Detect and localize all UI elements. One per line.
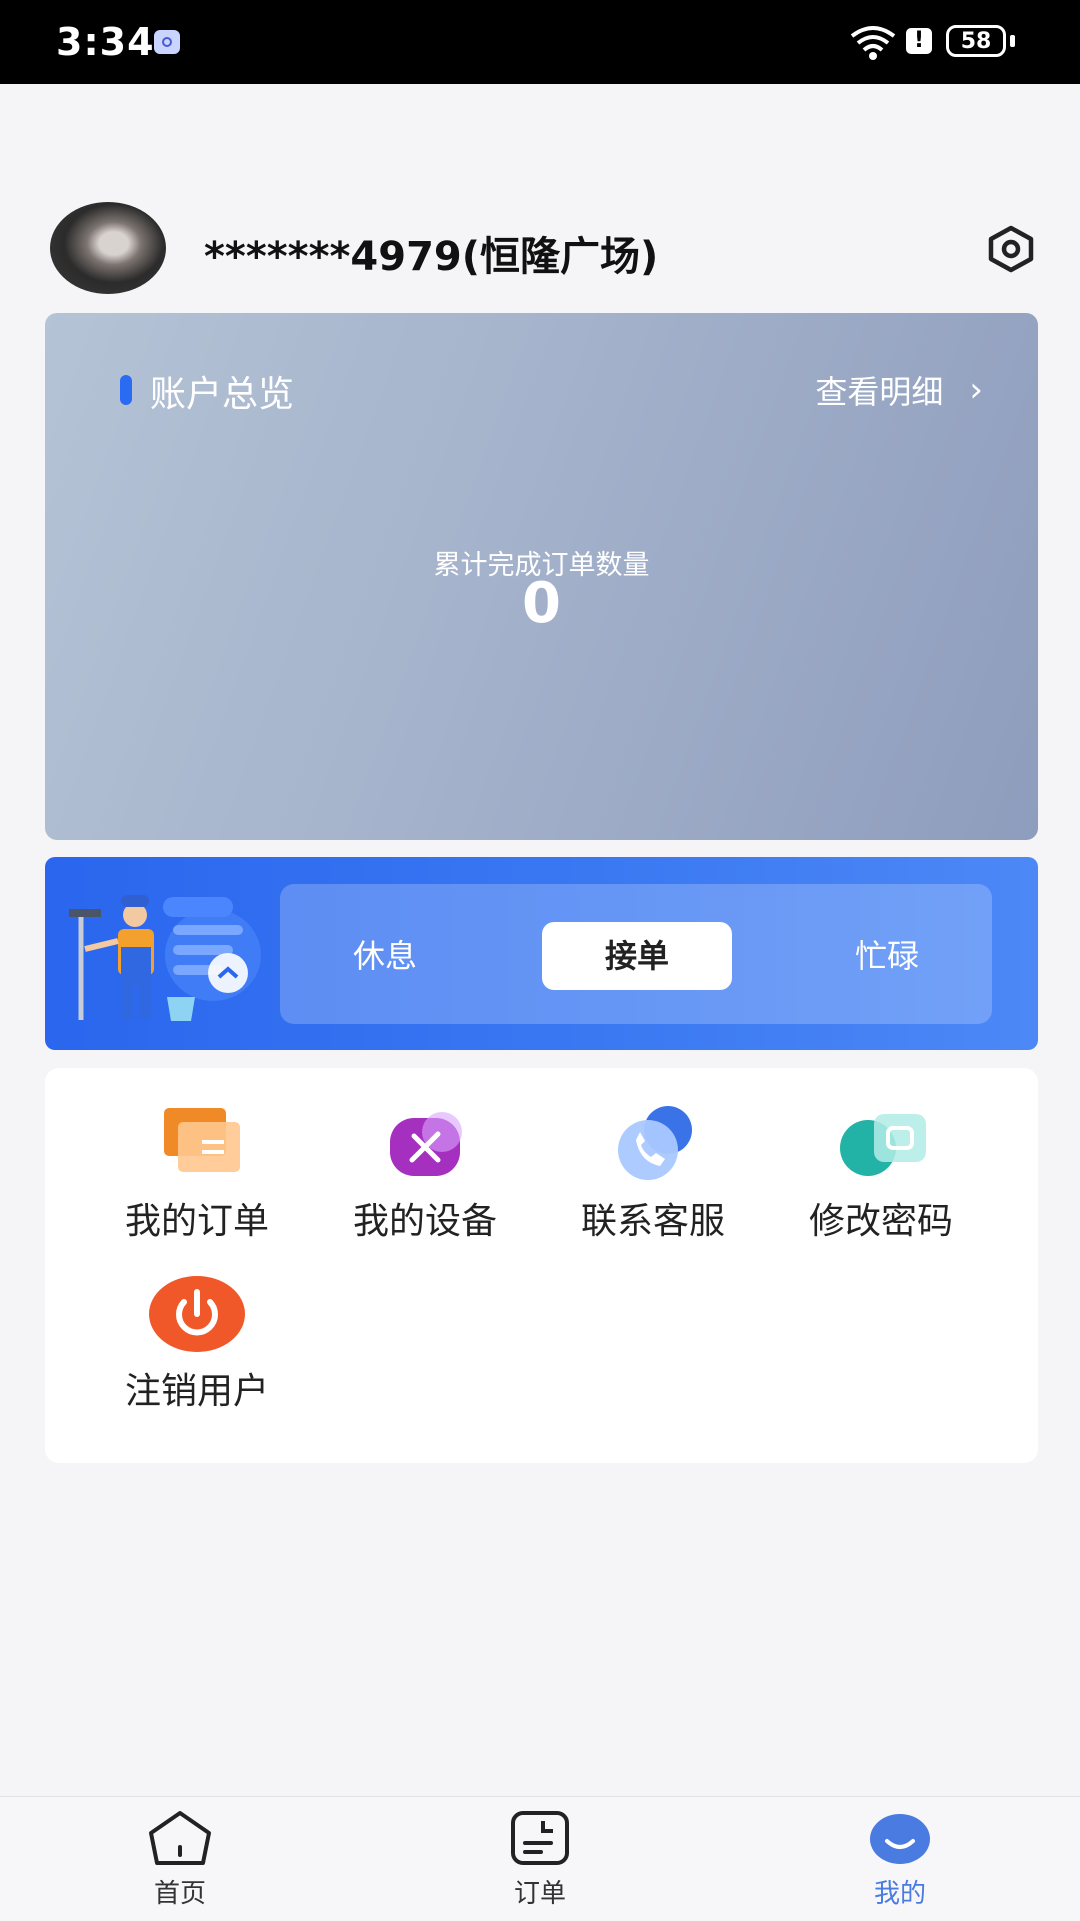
- avatar[interactable]: [50, 202, 166, 294]
- status-option-busy[interactable]: 忙碌: [792, 922, 982, 990]
- battery-tip: [1010, 35, 1015, 47]
- wifi-icon: [850, 26, 896, 60]
- overview-title: 账户总览: [150, 374, 295, 415]
- order-list-icon: [511, 1811, 569, 1865]
- status-option-accepting[interactable]: 接单: [542, 922, 732, 990]
- tab-orders-label: 订单: [513, 1879, 566, 1909]
- username: *******4979(恒隆广场): [204, 234, 659, 280]
- settings-icon[interactable]: [984, 224, 1038, 274]
- power-icon: [149, 1276, 245, 1352]
- status-segmented-control: 休息 接单 忙碌: [280, 884, 992, 1024]
- menu-label-contact-support: 联系客服: [580, 1201, 725, 1242]
- tab-home-label: 首页: [153, 1879, 206, 1909]
- account-overview-card: 账户总览 查看明细 › 累计完成订单数量 0: [45, 313, 1038, 840]
- menu-label-deregister: 注销用户: [124, 1371, 269, 1412]
- menu-item-my-devices[interactable]: 我的设备: [311, 1104, 539, 1244]
- menu-label-my-orders: 我的订单: [124, 1201, 269, 1242]
- menu-item-deregister[interactable]: 注销用户: [83, 1274, 311, 1414]
- function-menu: 我的订单 我的设备 联系客服 修改密码 注销用户: [45, 1068, 1038, 1463]
- menu-item-change-password[interactable]: 修改密码: [767, 1104, 995, 1244]
- profile-icon: [870, 1814, 930, 1864]
- password-icon: [840, 1114, 926, 1176]
- work-status-panel: 休息 接单 忙碌: [45, 857, 1038, 1050]
- alert-icon: !: [906, 28, 932, 54]
- menu-item-contact-support[interactable]: 联系客服: [539, 1104, 767, 1244]
- clock: 3:34: [56, 20, 155, 64]
- status-bar: 3:34 ! 58: [0, 0, 1080, 84]
- tab-home[interactable]: 首页: [80, 1809, 280, 1910]
- menu-item-my-orders[interactable]: 我的订单: [83, 1104, 311, 1244]
- menu-label-my-devices: 我的设备: [352, 1201, 497, 1242]
- tab-orders[interactable]: 订单: [440, 1809, 640, 1910]
- battery-icon: 58: [946, 25, 1006, 57]
- tab-profile-label: 我的: [873, 1879, 926, 1909]
- status-option-rest[interactable]: 休息: [290, 922, 480, 990]
- phone-icon: [618, 1106, 692, 1180]
- home-icon: [149, 1811, 211, 1865]
- menu-label-change-password: 修改密码: [808, 1201, 953, 1242]
- completed-orders-count: 0: [522, 571, 561, 636]
- tab-profile[interactable]: 我的: [800, 1809, 1000, 1910]
- worker-illustration: [69, 895, 261, 1021]
- view-details-link[interactable]: 查看明细 ›: [815, 367, 983, 413]
- section-marker: [120, 375, 132, 405]
- chevron-right-icon: ›: [969, 370, 983, 410]
- bottom-tab-bar: 首页 订单 我的: [0, 1796, 1080, 1921]
- view-details-label: 查看明细: [815, 373, 944, 411]
- orders-icon: [164, 1108, 240, 1172]
- notification-icon: [154, 30, 180, 54]
- tools-icon: [390, 1112, 462, 1176]
